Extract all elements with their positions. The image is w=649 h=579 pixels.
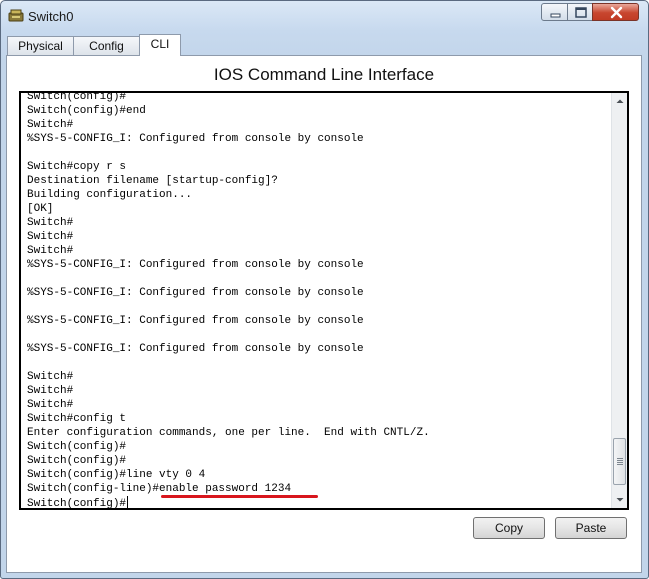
terminal-line: Switch(config)# [27,441,127,453]
terminal-line: Building configuration... [27,189,193,201]
panel-heading: IOS Command Line Interface [213,65,435,84]
tab-cli[interactable]: CLI [139,34,181,56]
terminal-line: Switch# [27,231,74,243]
terminal-line: %SYS-5-CONFIG_I: Configured from console… [27,315,364,327]
cli-terminal[interactable]: Switch(config)# Switch(config)#end Switch#… [19,91,629,510]
terminal-line: Switch# [27,119,74,131]
terminal-line: Switch(config)#end [27,105,146,117]
thumb-grip [617,458,623,459]
text-cursor [127,496,129,508]
terminal-line: Switch#copy r s [27,161,127,173]
terminal-line: Switch# [27,217,74,229]
terminal-line: %SYS-5-CONFIG_I: Configured from console… [27,259,364,271]
window-title: Switch0 [28,9,74,24]
switch-window: Switch0 Physical Config CLI IOS Command … [0,0,649,579]
terminal-line: Switch# [27,399,74,411]
terminal-line: Destination filename [startup-config]? [27,175,278,187]
terminal-line: %SYS-5-CONFIG_I: Configured from console… [27,133,364,145]
tab-config[interactable]: Config [73,36,140,55]
terminal-line: Switch(config-line)#enable password 1234 [27,483,292,495]
thumb-grip [617,462,623,463]
scroll-up-button[interactable] [612,93,627,109]
title-bar[interactable]: Switch0 [1,1,648,31]
minimize-button[interactable] [541,3,568,21]
maximize-icon [575,7,587,18]
terminal-line: Switch(config)# [27,496,129,510]
copy-button[interactable]: Copy [473,517,545,539]
tab-physical[interactable]: Physical [7,36,74,55]
terminal-output: Switch(config)# Switch(config)#end Switch#… [27,91,607,510]
terminal-line: [OK] [27,203,54,215]
close-icon [610,6,623,19]
maximize-button[interactable] [567,3,593,21]
terminal-line: Switch(config)#line vty 0 4 [27,469,206,481]
thumb-grip [617,464,623,465]
terminal-line: Switch(config)# [27,455,127,467]
paste-button[interactable]: Paste [555,517,627,539]
scrollbar-thumb[interactable] [613,438,626,485]
terminal-line: Switch#config t [27,413,127,425]
terminal-line: %SYS-5-CONFIG_I: Configured from console… [27,343,364,355]
highlight-underline [161,495,318,498]
scroll-down-button[interactable] [612,492,627,508]
terminal-line: Enter configuration commands, one per li… [27,427,430,439]
terminal-line: Switch# [27,371,74,383]
terminal-line: Switch# [27,245,74,257]
arrow-up-icon [616,99,624,103]
terminal-line: Switch# [27,385,74,397]
close-button[interactable] [592,3,639,21]
terminal-scrollbar[interactable] [611,93,627,508]
switch-icon [8,9,24,23]
arrow-down-icon [616,498,624,502]
terminal-line: %SYS-5-CONFIG_I: Configured from console… [27,287,364,299]
minimize-icon [550,13,561,18]
cli-panel: IOS Command Line Interface Switch(config… [6,55,642,573]
thumb-grip [617,460,623,461]
terminal-line: Switch(config)# [27,91,127,103]
